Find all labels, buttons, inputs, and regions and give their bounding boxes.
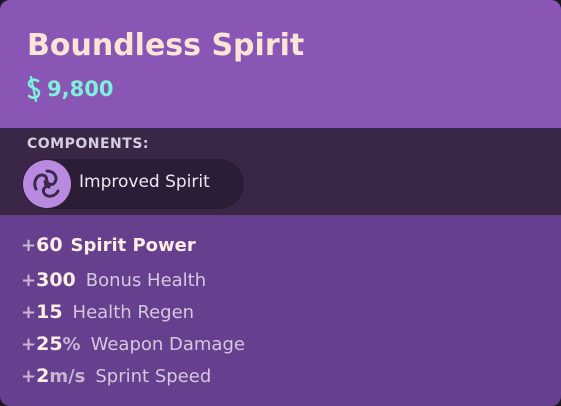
stat-row-bonus-health: + 300 Bonus Health xyxy=(21,269,206,291)
souls-currency-icon xyxy=(27,76,41,102)
item-price: 9,800 xyxy=(25,75,113,103)
item-tooltip-card: Boundless Spirit 9,800 COMPONENTS: Impro… xyxy=(0,0,561,406)
stat-plus: + xyxy=(21,334,37,355)
stat-value: 300 xyxy=(36,269,76,291)
components-section: COMPONENTS: Improved Spirit xyxy=(0,128,561,215)
stat-label: Sprint Speed xyxy=(95,366,212,387)
stat-row-sprint-speed: + 2 m/s Sprint Speed xyxy=(21,365,211,387)
stat-value: 2 xyxy=(36,365,50,387)
stat-label: Health Regen xyxy=(72,302,195,323)
stat-plus: + xyxy=(21,302,37,323)
stat-label: Spirit Power xyxy=(70,235,196,256)
stats-list: + 60 Spirit Power + 300 Bonus Health + 1… xyxy=(0,215,561,406)
item-price-value: 9,800 xyxy=(47,77,114,101)
stat-row-weapon-damage: + 25 % Weapon Damage xyxy=(21,333,245,355)
stat-unit: m/s xyxy=(49,366,86,387)
stat-value: 15 xyxy=(36,301,63,323)
stat-label: Weapon Damage xyxy=(90,334,245,355)
stat-plus: + xyxy=(21,270,37,291)
stat-value: 25 xyxy=(36,333,63,355)
spirit-swirl-icon xyxy=(23,160,71,208)
stat-label: Bonus Health xyxy=(85,270,207,291)
stat-plus: + xyxy=(21,235,37,256)
stat-row-spirit-power: + 60 Spirit Power xyxy=(21,234,196,256)
item-header: Boundless Spirit 9,800 xyxy=(0,0,561,128)
component-improved-spirit[interactable]: Improved Spirit xyxy=(22,159,244,209)
stat-row-health-regen: + 15 Health Regen xyxy=(21,301,194,323)
stat-plus: + xyxy=(21,366,37,387)
stat-unit: % xyxy=(62,334,81,355)
stat-value: 60 xyxy=(36,234,63,256)
item-title: Boundless Spirit xyxy=(27,28,305,63)
components-heading: COMPONENTS: xyxy=(27,136,149,152)
component-label: Improved Spirit xyxy=(79,172,210,192)
